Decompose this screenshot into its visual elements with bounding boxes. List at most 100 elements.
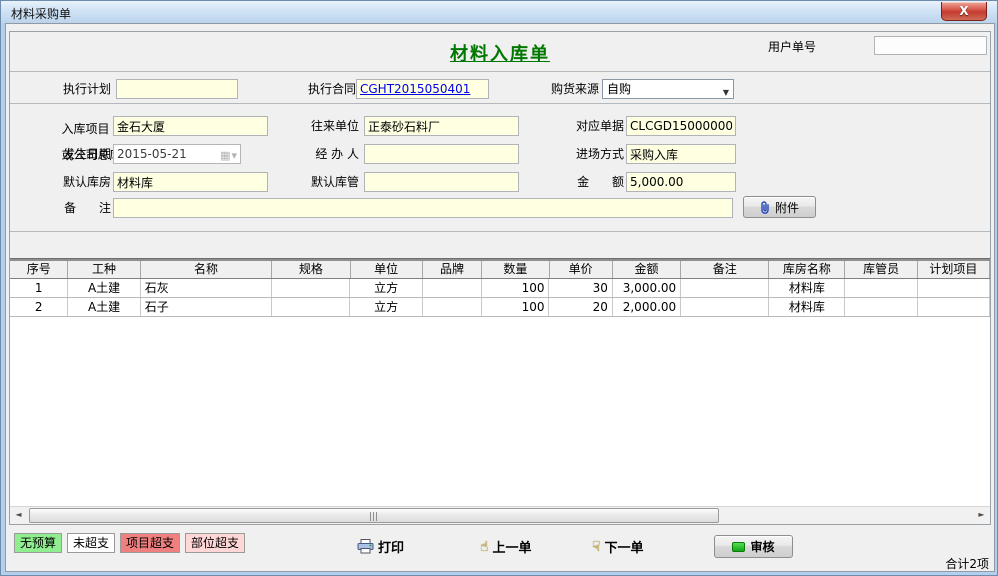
source-selected-value: 自购 — [607, 82, 631, 96]
exec-plan-input[interactable] — [116, 79, 238, 99]
table-cell: 30 — [549, 279, 612, 297]
table-cell: 材料库 — [769, 298, 845, 316]
audit-button[interactable]: 审核 — [714, 535, 793, 558]
audit-green-icon — [732, 542, 745, 552]
entry-label: 进场方式 — [566, 144, 624, 164]
titlebar[interactable]: 材料采购单 X — [1, 1, 997, 23]
table-header-cell[interactable]: 库管员 — [845, 261, 917, 278]
doc-label: 对应单据 — [566, 116, 624, 136]
entry-input[interactable] — [626, 144, 736, 164]
budget-legend: 无预算未超支项目超支部位超支 — [14, 533, 245, 553]
table-cell: 100 — [482, 279, 549, 297]
audit-label: 审核 — [750, 538, 774, 555]
scroll-right-button[interactable]: ► — [973, 507, 990, 524]
remark-input[interactable] — [113, 198, 733, 218]
keeper-label: 默认库管 — [301, 172, 359, 192]
horizontal-scrollbar[interactable]: ◄ ► — [10, 506, 990, 523]
table-row[interactable]: 1A土建石灰立方100303,000.00材料库 — [10, 279, 990, 298]
paperclip-icon — [760, 201, 770, 214]
keeper-input[interactable] — [364, 172, 519, 192]
close-button[interactable]: X — [941, 2, 987, 21]
hand-down-icon: ☟ — [592, 539, 601, 555]
table-header-cell[interactable]: 规格 — [272, 261, 350, 278]
table-cell — [423, 279, 482, 297]
legend-chip: 部位超支 — [185, 533, 245, 553]
source-select[interactable]: 自购 ▼ — [602, 79, 734, 99]
table-cell: A土建 — [68, 298, 140, 316]
table-body: 1A土建石灰立方100303,000.00材料库2A土建石子立方100202,0… — [10, 279, 990, 317]
scroll-left-button[interactable]: ◄ — [10, 507, 27, 524]
user-no-input[interactable] — [874, 36, 987, 55]
legend-chip: 无预算 — [14, 533, 62, 553]
exec-contract-label: 执行合同 — [296, 79, 356, 99]
table-cell: 石子 — [141, 298, 273, 316]
table-cell: 1 — [10, 279, 68, 297]
table-header-cell[interactable]: 库房名称 — [769, 261, 845, 278]
project-input[interactable] — [113, 116, 268, 136]
date-label: 发生日期 — [53, 144, 111, 164]
amount-input[interactable] — [626, 172, 736, 192]
project-label-line1: 入库项目 — [62, 122, 110, 136]
printer-icon — [357, 539, 374, 554]
calendar-icon: ▦▾ — [220, 147, 238, 165]
attachment-label: 附件 — [775, 199, 799, 216]
doc-input[interactable] — [626, 116, 736, 136]
prev-order-button[interactable]: ☝ 上一单 — [480, 537, 532, 556]
table-cell: 2 — [10, 298, 68, 316]
next-order-button[interactable]: ☟ 下一单 — [592, 537, 644, 556]
date-picker[interactable]: 2015-05-21 ▦▾ — [113, 144, 241, 164]
table-cell: 立方 — [350, 298, 422, 316]
table-header-cell[interactable]: 数量 — [482, 261, 549, 278]
table-header-cell[interactable]: 序号 — [10, 261, 68, 278]
warehouse-input[interactable] — [113, 172, 268, 192]
table-cell: 100 — [482, 298, 549, 316]
table-cell — [272, 298, 350, 316]
divider — [10, 103, 990, 104]
items-table: 序号工种名称规格单位品牌数量单价金额备注库房名称库管员计划项目 1A土建石灰立方… — [10, 261, 990, 317]
close-icon: X — [959, 4, 968, 18]
project-label: 入库项目 或公司总库 — [31, 110, 109, 138]
scroll-right-icon: ► — [978, 510, 984, 519]
table-header-cell[interactable]: 单位 — [351, 261, 423, 278]
table-header-cell[interactable]: 品牌 — [423, 261, 482, 278]
table-cell — [918, 298, 990, 316]
page-title: 材料入库单 — [10, 40, 990, 66]
table-cell — [845, 279, 917, 297]
table-cell — [845, 298, 917, 316]
attachment-button[interactable]: 附件 — [743, 196, 816, 218]
table-cell: 2,000.00 — [613, 298, 681, 316]
print-button[interactable]: 打印 — [357, 537, 404, 556]
table-header-cell[interactable]: 备注 — [681, 261, 769, 278]
table-cell: A土建 — [68, 279, 140, 297]
table-cell — [681, 298, 769, 316]
table-header-cell[interactable]: 工种 — [68, 261, 140, 278]
unit-input[interactable] — [364, 116, 519, 136]
table-cell: 石灰 — [141, 279, 273, 297]
table-cell: 立方 — [350, 279, 422, 297]
table-header-cell[interactable]: 单价 — [550, 261, 613, 278]
exec-plan-label: 执行计划 — [50, 79, 111, 99]
window-content: 材料入库单 用户单号 执行计划 执行合同 CGHT2015050401 购货来源… — [5, 23, 995, 572]
table-row[interactable]: 2A土建石子 立方 100202,000.00 材料库 — [10, 298, 990, 317]
scrollbar-thumb[interactable] — [29, 508, 719, 523]
table-cell: 20 — [549, 298, 612, 316]
warehouse-label: 默认库房 — [53, 172, 111, 192]
next-order-label: 下一单 — [605, 537, 644, 556]
table-header-cell[interactable]: 金额 — [613, 261, 681, 278]
app-window: 材料采购单 X 材料入库单 用户单号 执行计划 执行合同 CGHT2015050… — [0, 0, 998, 576]
table-header-cell[interactable]: 名称 — [141, 261, 273, 278]
total-count: 合计2项 — [945, 555, 989, 572]
table-cell — [918, 279, 990, 297]
form-panel: 材料入库单 用户单号 执行计划 执行合同 CGHT2015050401 购货来源… — [9, 31, 991, 525]
amount-label: 金 额 — [566, 172, 624, 192]
legend-chip: 项目超支 — [120, 533, 180, 553]
remark-label: 备 注 — [53, 198, 111, 218]
legend-chip: 未超支 — [67, 533, 115, 553]
scroll-left-icon: ◄ — [15, 510, 21, 519]
date-value: 2015-05-21 — [117, 147, 187, 161]
table-cell: 材料库 — [769, 279, 845, 297]
scrollbar-grip — [370, 512, 378, 521]
table-header-cell[interactable]: 计划项目 — [918, 261, 990, 278]
exec-contract-link[interactable]: CGHT2015050401 — [360, 82, 470, 96]
handler-input[interactable] — [364, 144, 519, 164]
